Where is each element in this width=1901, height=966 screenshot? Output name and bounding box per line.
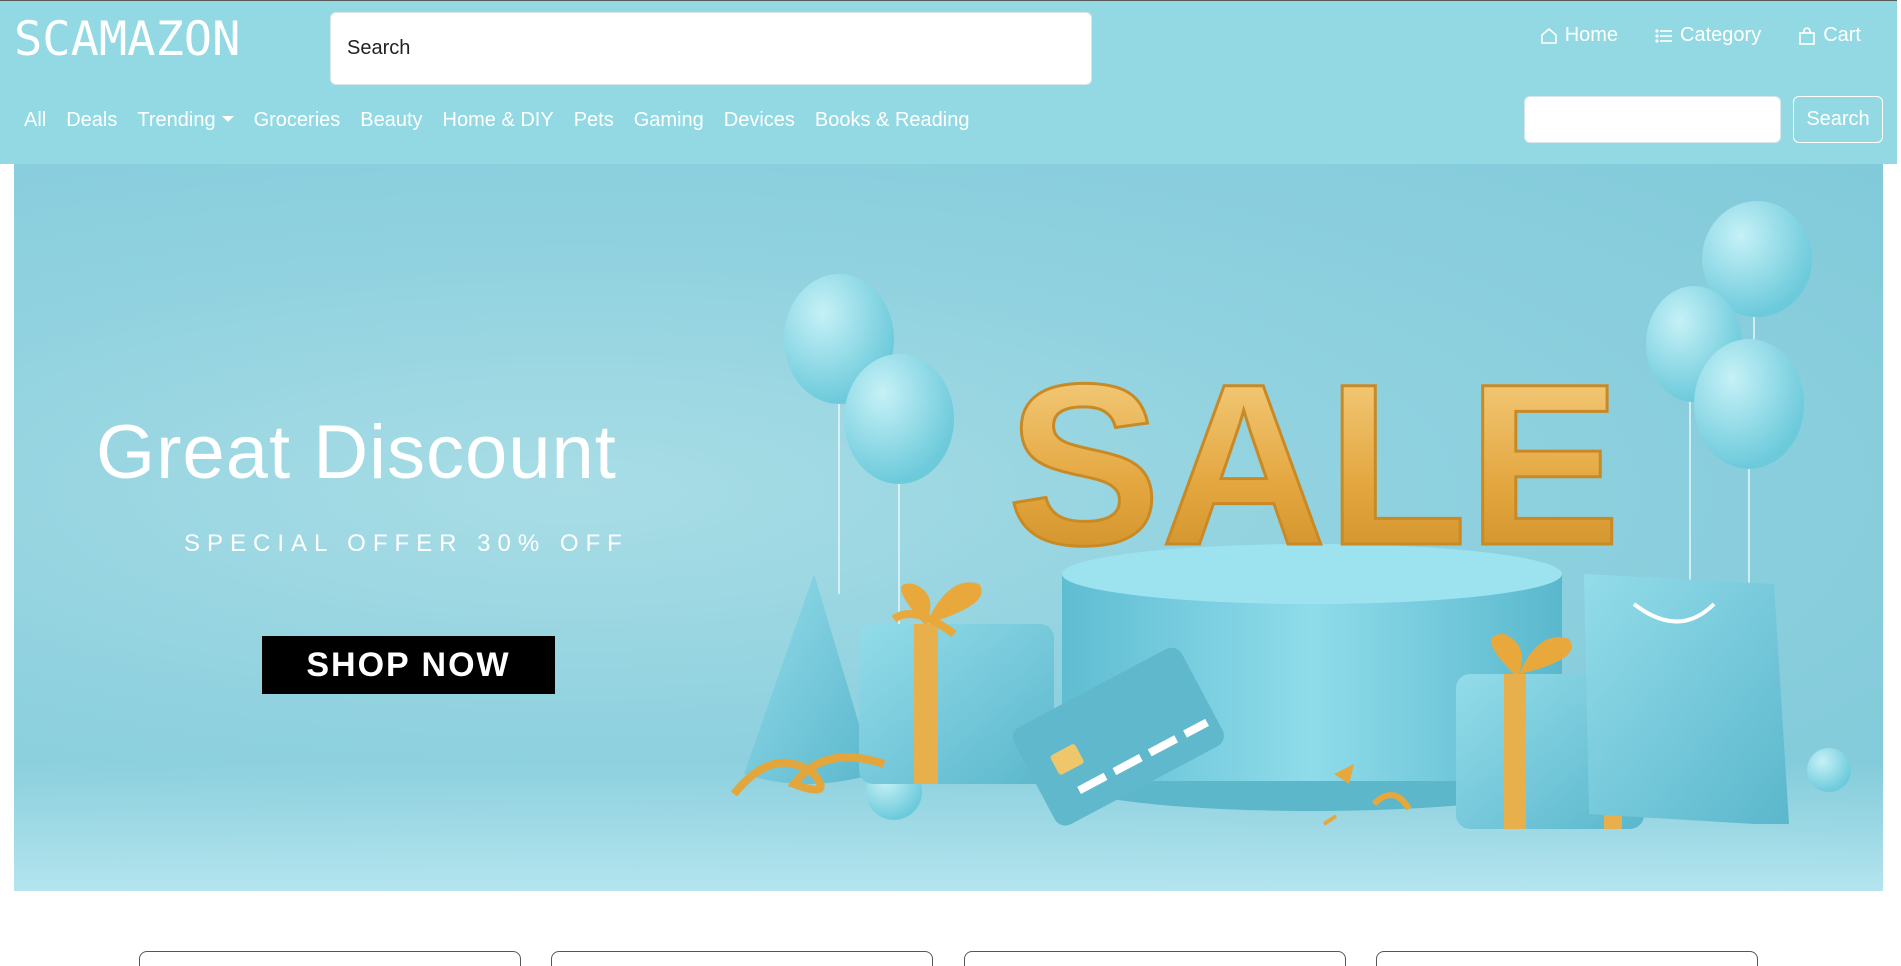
home-icon [1540,27,1557,44]
hero-banner[interactable]: SALE Great Discount SPECIAL OFFER 30% OF… [14,164,1883,891]
shopping-bag-icon [1799,26,1816,45]
category-trending-label: Trending [137,109,216,131]
nav-category-link[interactable]: Category [1654,24,1761,47]
product-card[interactable] [551,951,933,966]
nav-category-label: Category [1680,24,1762,46]
category-all[interactable]: All [14,104,56,136]
nav-home-label: Home [1564,24,1619,46]
category-home-diy[interactable]: Home & DIY [433,104,564,136]
hero-title: Great Discount [96,410,617,495]
hero-subtitle: SPECIAL OFFER 30% OFF [184,530,629,557]
sale-illustration: SALE [730,201,1851,829]
search-button[interactable]: Search [1793,96,1883,143]
nav-home-link[interactable]: Home [1539,24,1618,47]
category-nav: All Deals Trending Groceries Beauty Home… [14,104,979,136]
category-groceries[interactable]: Groceries [244,104,351,136]
page: SCAMAZON Home Category [0,0,1901,966]
category-trending-dropdown[interactable]: Trending [127,104,243,136]
product-card[interactable] [964,951,1346,966]
category-pets[interactable]: Pets [564,104,624,136]
nav-cart-label: Cart [1823,24,1861,46]
site-logo[interactable]: SCAMAZON [14,11,240,69]
secondary-search-input[interactable] [1524,96,1781,143]
category-deals[interactable]: Deals [56,104,127,136]
site-header: SCAMAZON Home Category [0,0,1897,164]
product-card[interactable] [1376,951,1758,966]
sale-text: SALE [1007,336,1620,593]
top-nav: Home Category Cart [1539,24,1861,47]
caret-down-icon [221,116,234,122]
category-gaming[interactable]: Gaming [624,104,714,136]
shop-now-button[interactable]: SHOP NOW [262,636,555,694]
nav-cart-link[interactable]: Cart [1797,24,1861,47]
category-devices[interactable]: Devices [714,104,805,136]
list-icon [1655,28,1673,43]
category-books-reading[interactable]: Books & Reading [805,104,980,136]
category-beauty[interactable]: Beauty [350,104,432,136]
main-search-input[interactable] [330,12,1092,85]
product-card[interactable] [139,951,521,966]
